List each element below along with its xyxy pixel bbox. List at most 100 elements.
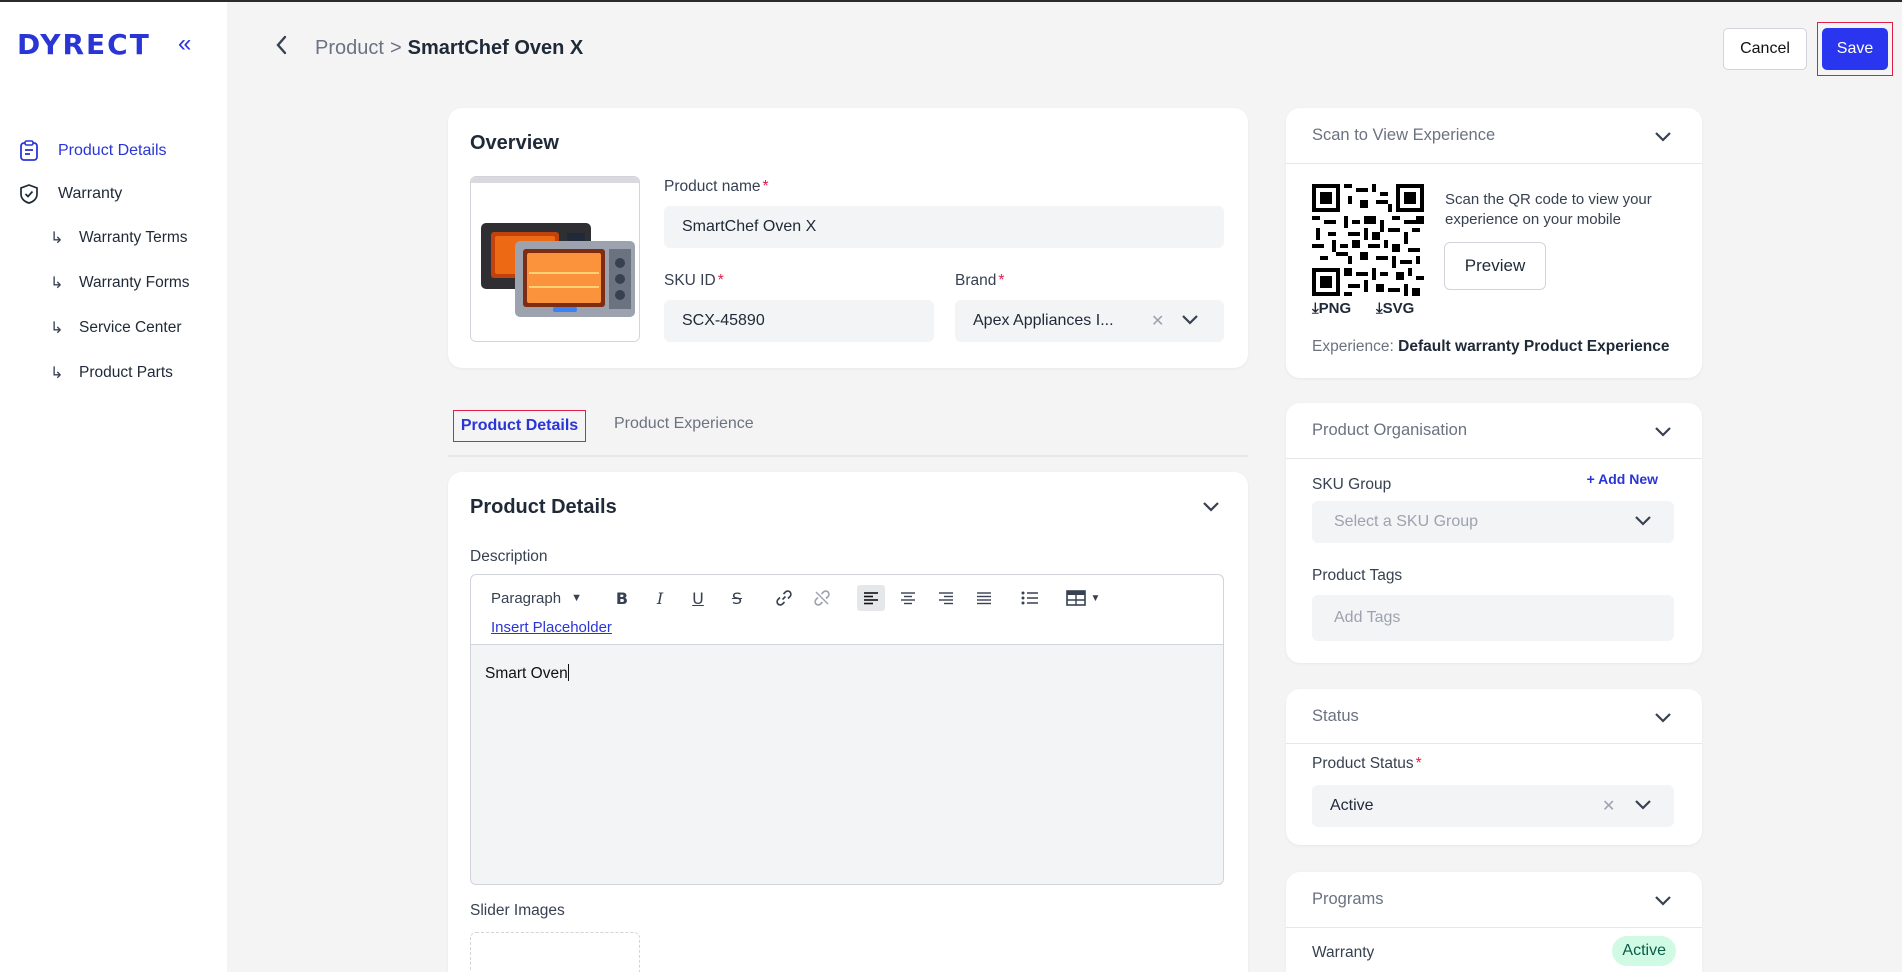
cancel-button[interactable]: Cancel <box>1723 28 1807 70</box>
sku-group-select[interactable]: Select a SKU Group <box>1312 501 1674 543</box>
clear-icon[interactable]: ✕ <box>1151 311 1164 331</box>
clipboard-icon <box>18 140 40 162</box>
caret-down-icon: ▼ <box>1090 592 1101 604</box>
link-icon[interactable] <box>773 585 795 611</box>
align-right-icon[interactable] <box>935 585 957 611</box>
chevron-down-icon[interactable] <box>1202 500 1220 518</box>
sub-arrow-icon: ↳ <box>50 230 64 247</box>
tab-product-details[interactable]: Product Details <box>453 410 586 442</box>
breadcrumb-separator: > <box>389 37 402 59</box>
chevron-down-icon[interactable] <box>1654 425 1672 443</box>
programs-title: Programs <box>1312 890 1384 908</box>
overview-title: Overview <box>470 132 559 154</box>
page-title: SmartChef Oven X <box>407 37 584 59</box>
align-justify-icon[interactable] <box>973 585 995 611</box>
sidebar-item-warranty-forms[interactable]: ↳ Warranty Forms <box>50 273 190 293</box>
sidebar-item-product-parts[interactable]: ↳ Product Parts <box>50 363 173 383</box>
product-organisation-card: Product Organisation SKU Group + Add New… <box>1286 403 1702 663</box>
insert-placeholder-link[interactable]: Insert Placeholder <box>491 619 612 636</box>
chevron-down-icon[interactable] <box>1181 313 1199 331</box>
underline-icon[interactable]: U <box>687 585 709 611</box>
required-marker: * <box>1415 755 1422 772</box>
required-marker: * <box>717 272 724 289</box>
unlink-icon[interactable] <box>811 585 833 611</box>
scan-title: Scan to View Experience <box>1312 126 1496 144</box>
chevron-down-icon[interactable] <box>1654 130 1672 148</box>
description-label: Description <box>470 548 548 565</box>
chevron-down-icon[interactable] <box>1654 711 1672 729</box>
editor-content[interactable]: Smart Oven <box>485 664 569 683</box>
chevron-down-icon[interactable] <box>1634 798 1652 816</box>
brand-value: Apex Appliances I... <box>973 312 1114 329</box>
table-icon[interactable]: ▼ <box>1061 585 1105 611</box>
slider-images-label: Slider Images <box>470 902 565 919</box>
experience-label: Experience: <box>1312 338 1394 355</box>
save-button[interactable]: Save <box>1822 28 1888 70</box>
italic-icon[interactable]: I <box>650 585 670 611</box>
qr-code <box>1312 184 1424 296</box>
product-status-select[interactable]: Active ✕ <box>1312 785 1674 827</box>
download-png-button[interactable]: ⤓PNG <box>1312 300 1351 317</box>
scan-card: Scan to View Experience ⤓PNG ⤓SVG Scan t… <box>1286 108 1702 378</box>
tags-placeholder: Add Tags <box>1334 609 1401 626</box>
tab-product-experience[interactable]: Product Experience <box>614 415 754 433</box>
status-card: Status Product Status * Active ✕ <box>1286 689 1702 845</box>
experience-value[interactable]: Default warranty Product Experience <box>1398 338 1669 355</box>
svg-label: SVG <box>1382 300 1415 317</box>
sku-group-placeholder: Select a SKU Group <box>1334 513 1479 530</box>
sidebar-item-label: Product Details <box>58 142 167 159</box>
download-svg-button[interactable]: ⤓SVG <box>1376 300 1414 317</box>
chevron-down-icon[interactable] <box>1634 514 1652 532</box>
product-tags-label: Product Tags <box>1312 567 1403 584</box>
slider-image-upload[interactable] <box>470 932 640 972</box>
product-name-field[interactable]: SmartChef Oven X <box>664 206 1224 248</box>
sidebar-item-label: Warranty Forms <box>79 274 190 291</box>
product-details-title: Product Details <box>470 496 617 518</box>
bullet-list-icon[interactable] <box>1019 585 1041 611</box>
paragraph-select-value: Paragraph <box>491 589 562 607</box>
strikethrough-icon[interactable]: S <box>726 585 748 611</box>
editor-text: Smart Oven <box>485 665 568 682</box>
editor-toolbar: Paragraph ▼ B I U S ▼ Insert Placeholder <box>471 575 1223 645</box>
divider <box>1286 927 1702 928</box>
bold-icon[interactable]: B <box>611 585 633 611</box>
divider <box>1286 743 1702 744</box>
sidebar-item-label: Warranty Terms <box>79 229 188 246</box>
breadcrumb-parent[interactable]: Product <box>315 37 384 59</box>
sub-arrow-icon: ↳ <box>50 275 64 292</box>
brand-select[interactable]: Apex Appliances I... ✕ <box>955 300 1224 342</box>
product-status-label-text: Product Status <box>1312 755 1414 772</box>
product-name-label-text: Product name <box>664 178 761 195</box>
chevron-down-icon[interactable] <box>1654 894 1672 912</box>
align-left-icon[interactable] <box>857 585 885 611</box>
sidebar-item-product-details[interactable]: Product Details <box>18 140 167 162</box>
product-name-value: SmartChef Oven X <box>682 218 817 235</box>
programs-card: Programs Warranty Active <box>1286 872 1702 972</box>
sidebar-item-warranty-terms[interactable]: ↳ Warranty Terms <box>50 228 188 248</box>
status-title: Status <box>1312 707 1359 725</box>
product-name-label: Product name * <box>664 178 769 196</box>
add-new-sku-group-link[interactable]: + Add New <box>1587 471 1658 487</box>
preview-button[interactable]: Preview <box>1444 242 1546 290</box>
product-details-card: Product Details Description Paragraph ▼ … <box>448 472 1248 972</box>
organisation-title: Product Organisation <box>1312 421 1468 439</box>
save-button-highlight: Save <box>1817 22 1893 76</box>
align-center-icon[interactable] <box>897 585 919 611</box>
back-chevron-icon[interactable] <box>274 34 288 60</box>
sidebar-item-service-center[interactable]: ↳ Service Center <box>50 318 182 338</box>
brand-label: Brand * <box>955 272 1004 290</box>
warranty-program-label: Warranty <box>1312 944 1375 961</box>
product-image[interactable] <box>470 176 640 342</box>
required-marker: * <box>762 178 769 195</box>
download-icon: ⤓ <box>1376 300 1383 317</box>
overview-card: Overview Product name * SmartChef Oven X … <box>448 108 1248 368</box>
text-cursor <box>567 664 569 681</box>
sidebar-item-warranty[interactable]: Warranty <box>18 183 122 205</box>
paragraph-select[interactable]: Paragraph ▼ <box>491 585 591 611</box>
collapse-sidebar-icon[interactable]: « <box>178 30 191 58</box>
scan-instructions: Scan the QR code to view your experience… <box>1445 191 1652 228</box>
rich-text-editor[interactable]: Paragraph ▼ B I U S ▼ Insert Placeholder… <box>470 574 1224 885</box>
sku-field[interactable]: SCX-45890 <box>664 300 934 342</box>
tags-input[interactable]: Add Tags <box>1312 595 1674 641</box>
clear-icon[interactable]: ✕ <box>1602 796 1615 816</box>
